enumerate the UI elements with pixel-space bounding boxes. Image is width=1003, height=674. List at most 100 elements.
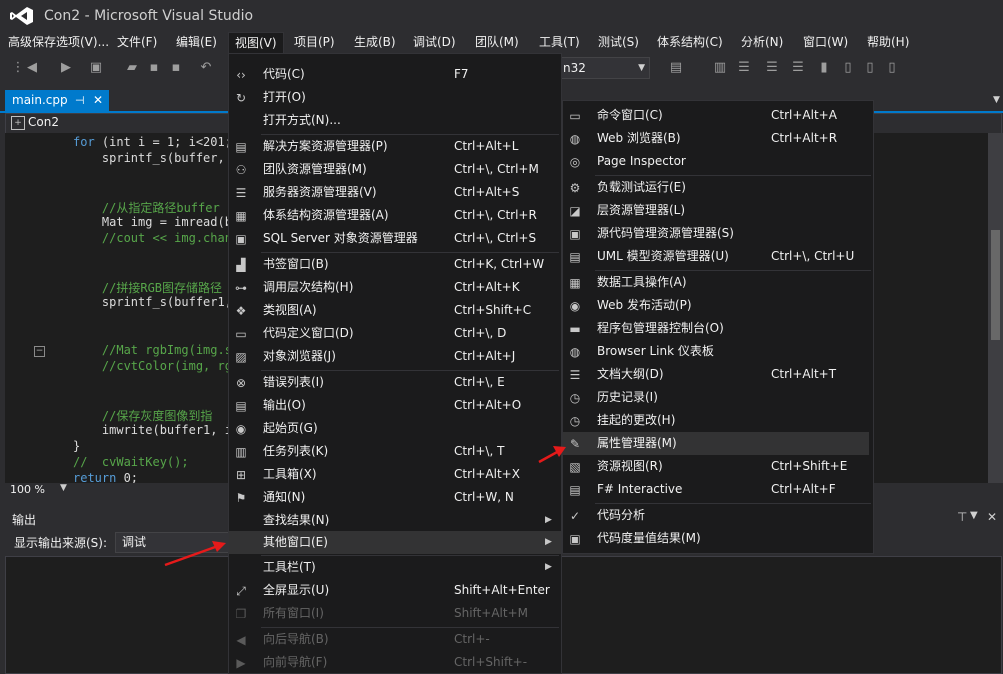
menu-item-team-explorer[interactable]: ⚇ 团队资源管理器(M) Ctrl+\, Ctrl+M bbox=[229, 158, 561, 181]
menu-item-property-manager[interactable]: ✎ 属性管理器(M) bbox=[563, 432, 869, 455]
menu-item-history[interactable]: ◷ 历史记录(I) bbox=[563, 386, 873, 409]
menu-analyze[interactable]: 分析(N) bbox=[735, 32, 789, 52]
back-icon[interactable]: ◀ bbox=[24, 60, 40, 76]
menu-item-toolbars[interactable]: 工具栏(T) ▶ bbox=[229, 556, 561, 579]
menu-item-code[interactable]: ‹› 代码(C) F7 bbox=[229, 63, 561, 86]
project-scope-dropdown[interactable]: Con2 bbox=[28, 115, 59, 129]
menu-tools[interactable]: 工具(T) bbox=[533, 32, 586, 52]
menu-item-task-list[interactable]: ▥ 任务列表(K) Ctrl+\, T bbox=[229, 440, 561, 463]
bookmark-icon: ▟ bbox=[236, 258, 246, 272]
open-icon: ↻ bbox=[235, 91, 247, 105]
menu-item-architecture-explorer[interactable]: ▦ 体系结构资源管理器(A) Ctrl+\, Ctrl+R bbox=[229, 204, 561, 227]
menu-team[interactable]: 团队(M) bbox=[469, 32, 525, 52]
uncomment-icon[interactable]: ☰ bbox=[790, 60, 806, 76]
menu-item-solution-explorer[interactable]: ▤ 解决方案资源管理器(P) Ctrl+Alt+L bbox=[229, 135, 561, 158]
menu-item-navigate-back[interactable]: ◀ 向后导航(B) Ctrl+- bbox=[229, 628, 561, 651]
menu-build[interactable]: 生成(B) bbox=[348, 32, 402, 52]
tab-overflow-icon[interactable]: ▼ bbox=[993, 95, 1000, 105]
visual-studio-logo-icon bbox=[10, 7, 33, 25]
menu-item-resource-view[interactable]: ▧ 资源视图(R) Ctrl+Shift+E bbox=[563, 455, 873, 478]
menu-item-fsharp-interactive[interactable]: ▤ F# Interactive Ctrl+Alt+F bbox=[563, 478, 873, 501]
menu-edit[interactable]: 编辑(E) bbox=[170, 32, 223, 52]
menu-item-toolbox[interactable]: ⊞ 工具箱(X) Ctrl+Alt+X bbox=[229, 463, 561, 486]
menu-item-server-explorer[interactable]: ☰ 服务器资源管理器(V) Ctrl+Alt+S bbox=[229, 181, 561, 204]
code-line: Mat img = imread(b bbox=[73, 215, 232, 229]
menu-item-output[interactable]: ▤ 输出(O) Ctrl+Alt+O bbox=[229, 394, 561, 417]
save-all-icon[interactable]: ▪ bbox=[168, 60, 184, 76]
menu-architecture[interactable]: 体系结构(C) bbox=[651, 32, 729, 52]
menu-item-package-manager[interactable]: ▬ 程序包管理器控制台(O) bbox=[563, 317, 873, 340]
menu-item-start-page[interactable]: ◉ 起始页(G) bbox=[229, 417, 561, 440]
menu-item-navigate-forward[interactable]: ▶ 向前导航(F) Ctrl+Shift+- bbox=[229, 651, 561, 674]
menu-item-code-definition[interactable]: ▭ 代码定义窗口(D) Ctrl+\, D bbox=[229, 322, 561, 345]
menu-item-open[interactable]: ↻ 打开(O) bbox=[229, 86, 561, 109]
new-project-icon[interactable]: ▣ bbox=[88, 60, 104, 76]
menu-item-error-list[interactable]: ⊗ 错误列表(I) Ctrl+\, E bbox=[229, 371, 561, 394]
menu-item-browser-link[interactable]: ◍ Browser Link 仪表板 bbox=[563, 340, 873, 363]
close-icon[interactable]: ✕ bbox=[93, 90, 103, 111]
menu-debug[interactable]: 调试(D) bbox=[407, 32, 462, 52]
output-panel-title: 输出 bbox=[12, 513, 37, 527]
menu-item-bookmark-window[interactable]: ▟ 书签窗口(B) Ctrl+K, Ctrl+W bbox=[229, 253, 561, 276]
open-file-icon[interactable]: ▰ bbox=[124, 60, 140, 76]
menu-project[interactable]: 项目(P) bbox=[288, 32, 341, 52]
clear-bookmarks-icon[interactable]: ▯ bbox=[884, 60, 900, 76]
indent-icon[interactable]: ☰ bbox=[736, 60, 752, 76]
menu-item-all-windows[interactable]: ❐ 所有窗口(I) Shift+Alt+M bbox=[229, 602, 561, 625]
menu-item-code-metrics[interactable]: ▣ 代码度量值结果(M) bbox=[563, 527, 873, 550]
forward-icon[interactable]: ▶ bbox=[58, 60, 74, 76]
menu-item-full-screen[interactable]: ⤢ 全屏显示(U) Shift+Alt+Enter bbox=[229, 579, 561, 602]
chevron-down-icon[interactable]: ▼ bbox=[970, 510, 978, 521]
menu-item-open-with[interactable]: 打开方式(N)... bbox=[229, 109, 561, 132]
menu-item-document-outline[interactable]: ☰ 文档大纲(D) Ctrl+Alt+T bbox=[563, 363, 873, 386]
save-icon[interactable]: ▪ bbox=[146, 60, 162, 76]
annotation-arrow-icon bbox=[164, 541, 226, 567]
menu-item-command-window[interactable]: ▭ 命令窗口(C) Ctrl+Alt+A bbox=[563, 104, 873, 127]
menu-item-uml-explorer[interactable]: ▤ UML 模型资源管理器(U) Ctrl+\, Ctrl+U bbox=[563, 245, 873, 268]
scrollbar-thumb[interactable] bbox=[991, 230, 1000, 340]
tab-main-cpp[interactable]: main.cpp ⊣ ✕ bbox=[5, 90, 109, 111]
menu-item-find-results[interactable]: 查找结果(N) ▶ bbox=[229, 509, 561, 532]
menu-item-other-windows[interactable]: 其他窗口(E) ▶ bbox=[229, 531, 561, 554]
comment-icon[interactable]: ☰ bbox=[764, 60, 780, 76]
menu-item-pending-changes[interactable]: ◷ 挂起的更改(H) bbox=[563, 409, 873, 432]
window-title: Con2 - Microsoft Visual Studio bbox=[44, 8, 254, 24]
menu-advanced-save[interactable]: 高级保存选项(V)... bbox=[2, 32, 115, 52]
menu-item-class-view[interactable]: ❖ 类视图(A) Ctrl+Shift+C bbox=[229, 299, 561, 322]
menu-help[interactable]: 帮助(H) bbox=[861, 32, 915, 52]
menu-item-source-control[interactable]: ▣ 源代码管理资源管理器(S) bbox=[563, 222, 873, 245]
fold-toggle-icon[interactable]: − bbox=[34, 346, 45, 357]
code-line: for (int i = 1; i<201; bbox=[73, 135, 232, 149]
chevron-down-icon[interactable]: ▼ bbox=[60, 483, 67, 493]
menu-item-web-browser[interactable]: ◍ Web 浏览器(B) Ctrl+Alt+R bbox=[563, 127, 873, 150]
menu-item-notifications[interactable]: ⚑ 通知(N) Ctrl+W, N bbox=[229, 486, 561, 509]
solution-config-icon[interactable]: ▥ bbox=[712, 60, 728, 76]
close-icon[interactable]: ✕ bbox=[987, 510, 997, 524]
menu-test[interactable]: 测试(S) bbox=[592, 32, 645, 52]
web-browser-icon: ◍ bbox=[569, 132, 581, 146]
menu-item-object-browser[interactable]: ▨ 对象浏览器(J) Ctrl+Alt+J bbox=[229, 345, 561, 368]
pin-icon[interactable]: ⊤ bbox=[957, 510, 967, 524]
menu-item-web-publish[interactable]: ◉ Web 发布活动(P) bbox=[563, 294, 873, 317]
undo-icon[interactable]: ↶ bbox=[198, 60, 214, 76]
next-bookmark-icon[interactable]: ▯ bbox=[862, 60, 878, 76]
menu-file[interactable]: 文件(F) bbox=[111, 32, 163, 52]
zoom-level[interactable]: 100 % bbox=[10, 483, 45, 496]
solution-platform-combo[interactable]: n32 ▼ bbox=[560, 57, 650, 79]
menu-item-code-analysis[interactable]: ✓ 代码分析 bbox=[563, 504, 873, 527]
web-publish-icon: ◉ bbox=[569, 299, 581, 313]
menu-item-call-hierarchy[interactable]: ⊶ 调用层次结构(H) Ctrl+Alt+K bbox=[229, 276, 561, 299]
menu-item-load-test[interactable]: ⚙ 负载测试运行(E) bbox=[563, 176, 873, 199]
menu-window[interactable]: 窗口(W) bbox=[797, 32, 854, 52]
server-explorer-icon: ☰ bbox=[235, 186, 247, 200]
task-list-icon: ▥ bbox=[235, 445, 247, 459]
pin-icon[interactable]: ⊣ bbox=[75, 90, 85, 111]
bookmark-toolbar-icon[interactable]: ▮ bbox=[816, 60, 832, 76]
prev-bookmark-icon[interactable]: ▯ bbox=[840, 60, 856, 76]
find-icon[interactable]: ▤ bbox=[668, 60, 684, 76]
menu-item-data-tools[interactable]: ▦ 数据工具操作(A) bbox=[563, 271, 873, 294]
menu-item-layer-explorer[interactable]: ◪ 层资源管理器(L) bbox=[563, 199, 873, 222]
menu-view[interactable]: 视图(V) bbox=[228, 32, 284, 53]
menu-item-page-inspector[interactable]: ◎ Page Inspector bbox=[563, 150, 873, 173]
menu-item-sql-server-explorer[interactable]: ▣ SQL Server 对象资源管理器 Ctrl+\, Ctrl+S bbox=[229, 227, 561, 250]
